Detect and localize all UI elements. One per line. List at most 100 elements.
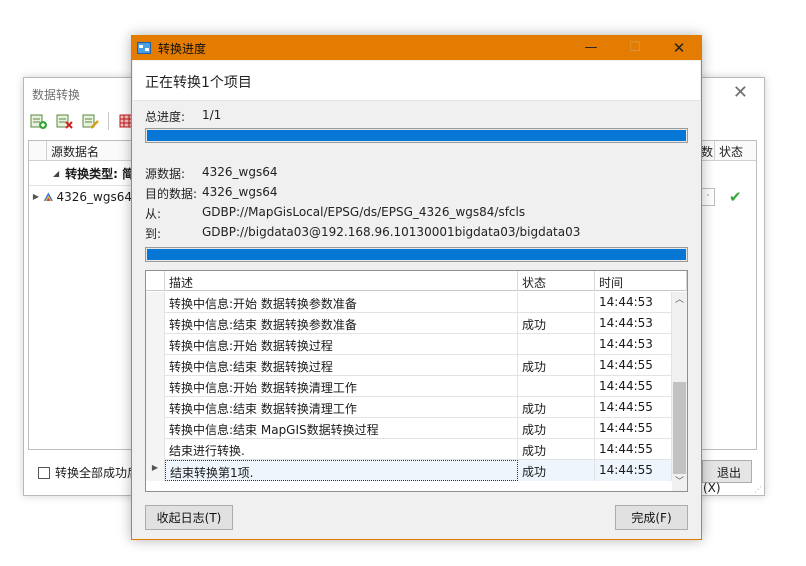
source-row[interactable]: ▶ 4326_wgs64 (29, 185, 132, 207)
total-progress-label: 总进度: (145, 110, 186, 124)
toolbar-separator (108, 112, 109, 130)
log-description: 转换中信息:结束 数据转换参数准备 (165, 313, 518, 334)
log-row[interactable]: 结束进行转换. 成功 14:44:55 (146, 439, 672, 460)
convert-all-checkbox[interactable]: 转换全部成功后 (38, 464, 139, 481)
log-rows: 转换中信息:开始 数据转换参数准备 14:44:53 转换中信息:结束 数据转换… (146, 292, 672, 481)
log-description: 转换中信息:结束 数据转换过程 (165, 355, 518, 376)
log-description: 转换中信息:结束 数据转换清理工作 (165, 397, 518, 418)
log-row[interactable]: 转换中信息:结束 MapGIS数据转换过程 成功 14:44:55 (146, 418, 672, 439)
remove-item-icon[interactable] (54, 111, 74, 131)
conversion-type-group[interactable]: ◢ 转换类型: 简 (29, 161, 132, 185)
background-close-icon[interactable]: ✕ (733, 82, 748, 103)
edit-item-icon[interactable] (80, 111, 100, 131)
row-pointer-icon: ▶ (32, 192, 39, 201)
log-status (518, 292, 595, 313)
dialog-heading: 正在转换1个项目 (145, 75, 252, 91)
checkbox-box[interactable] (38, 466, 50, 479)
collapse-log-button[interactable]: 收起日志(T) (145, 505, 233, 530)
log-status: 成功 (518, 418, 595, 439)
background-toolbar (28, 111, 137, 133)
log-description: 结束转换第1项. (165, 460, 518, 481)
source-label: 源数据: (145, 167, 186, 181)
log-description: 转换中信息:开始 数据转换清理工作 (165, 376, 518, 397)
log-table: 描述 状态 时间 转换中信息:开始 数据转换参数准备 14:44:53 转换中信… (145, 270, 688, 492)
status-column-header: 状态 (719, 145, 744, 159)
resize-grip-icon[interactable]: ⋰ (754, 485, 762, 494)
log-description: 转换中信息:开始 数据转换过程 (165, 334, 518, 355)
app-icon (137, 42, 151, 54)
exit-button-label: 退出(X) (703, 466, 742, 495)
log-status: 成功 (518, 355, 595, 376)
layer-icon (43, 191, 53, 201)
log-time: 14:44:53 (595, 292, 672, 313)
dialog-title-bar: 转换进度 — ☐ ✕ (132, 36, 701, 60)
dialog-header: 正在转换1个项目 (133, 61, 700, 101)
from-label: 从: (145, 207, 162, 221)
log-time: 14:44:55 (595, 460, 672, 481)
log-status: 成功 (518, 460, 595, 481)
log-time: 14:44:55 (595, 376, 672, 397)
background-window-title: 数据转换 (32, 88, 81, 102)
log-row-selected[interactable]: ▶ 结束转换第1项. 成功 14:44:55 (146, 460, 672, 481)
background-right-grid: 数 状态 · ✔ (701, 140, 757, 450)
to-path: GDBP://bigdata03@192.168.96.10130001bigd… (202, 225, 581, 239)
log-status: 成功 (518, 397, 595, 418)
scrollbar-thumb[interactable] (673, 382, 686, 474)
source-row-name: 4326_wgs64 (56, 189, 133, 204)
log-description: 转换中信息:开始 数据转换参数准备 (165, 292, 518, 313)
log-description: 结束进行转换. (165, 439, 518, 460)
ellipsis-button[interactable]: · (701, 188, 715, 206)
target-label: 目的数据: (145, 187, 198, 201)
log-row[interactable]: 转换中信息:开始 数据转换参数准备 14:44:53 (146, 292, 672, 313)
source-name-column: 源数据名 (51, 145, 100, 159)
log-status (518, 376, 595, 397)
log-time: 14:44:55 (595, 418, 672, 439)
log-row[interactable]: 转换中信息:开始 数据转换过程 14:44:53 (146, 334, 672, 355)
partial-column-header: 数 (701, 141, 715, 160)
conversion-progress-dialog: 转换进度 — ☐ ✕ 正在转换1个项目 总进度: 1/1 源数据: 4326_w… (131, 35, 702, 540)
target-value: 4326_wgs64 (202, 185, 278, 199)
scroll-down-icon[interactable]: ﹀ (672, 475, 687, 490)
exit-button[interactable]: 退出(X) (702, 460, 752, 495)
log-time: 14:44:53 (595, 334, 672, 355)
total-progress-value: 1/1 (202, 108, 222, 122)
log-row[interactable]: 转换中信息:结束 数据转换过程 成功 14:44:55 (146, 355, 672, 376)
total-progress-bar (145, 128, 688, 143)
log-row[interactable]: 转换中信息:结束 数据转换参数准备 成功 14:44:53 (146, 313, 672, 334)
close-icon[interactable]: ✕ (657, 36, 701, 60)
background-source-grid: 源数据名 ◢ 转换类型: 简 ▶ 4326_wgs64 (28, 140, 132, 450)
log-time: 14:44:55 (595, 355, 672, 376)
minimize-icon[interactable]: — (569, 36, 613, 60)
log-table-header: 描述 状态 时间 (146, 271, 687, 291)
conversion-type-label: 转换类型: 简 (65, 166, 132, 181)
total-progress-fill (147, 130, 686, 141)
success-check-icon: ✔ (729, 188, 742, 206)
finish-button[interactable]: 完成(F) (615, 505, 688, 530)
log-description: 转换中信息:结束 MapGIS数据转换过程 (165, 418, 518, 439)
log-status: 成功 (518, 439, 595, 460)
to-label: 到: (145, 227, 162, 241)
collapse-triangle-icon[interactable]: ◢ (53, 169, 59, 178)
log-time: 14:44:55 (595, 439, 672, 460)
log-header-time[interactable]: 时间 (595, 271, 687, 291)
log-scrollbar[interactable]: ︿ ﹀ (672, 292, 687, 491)
background-grid-header: 源数据名 (29, 141, 132, 161)
source-value: 4326_wgs64 (202, 165, 278, 179)
log-row[interactable]: 转换中信息:结束 数据转换清理工作 成功 14:44:55 (146, 397, 672, 418)
log-time: 14:44:53 (595, 313, 672, 334)
convert-all-label: 转换全部成功后 (55, 466, 140, 480)
log-row[interactable]: 转换中信息:开始 数据转换清理工作 14:44:55 (146, 376, 672, 397)
dialog-title: 转换进度 (158, 42, 207, 56)
row-pointer-icon: ▶ (146, 460, 165, 481)
log-time: 14:44:55 (595, 397, 672, 418)
item-progress-bar (145, 247, 688, 262)
maximize-icon[interactable]: ☐ (613, 36, 657, 60)
log-status: 成功 (518, 313, 595, 334)
log-header-description[interactable]: 描述 (165, 271, 518, 291)
log-header-status[interactable]: 状态 (518, 271, 595, 291)
item-progress-fill (147, 249, 686, 260)
log-status (518, 334, 595, 355)
add-item-icon[interactable] (28, 111, 48, 131)
from-path: GDBP://MapGisLocal/EPSG/ds/EPSG_4326_wgs… (202, 205, 526, 219)
scroll-up-icon[interactable]: ︿ (672, 293, 687, 308)
